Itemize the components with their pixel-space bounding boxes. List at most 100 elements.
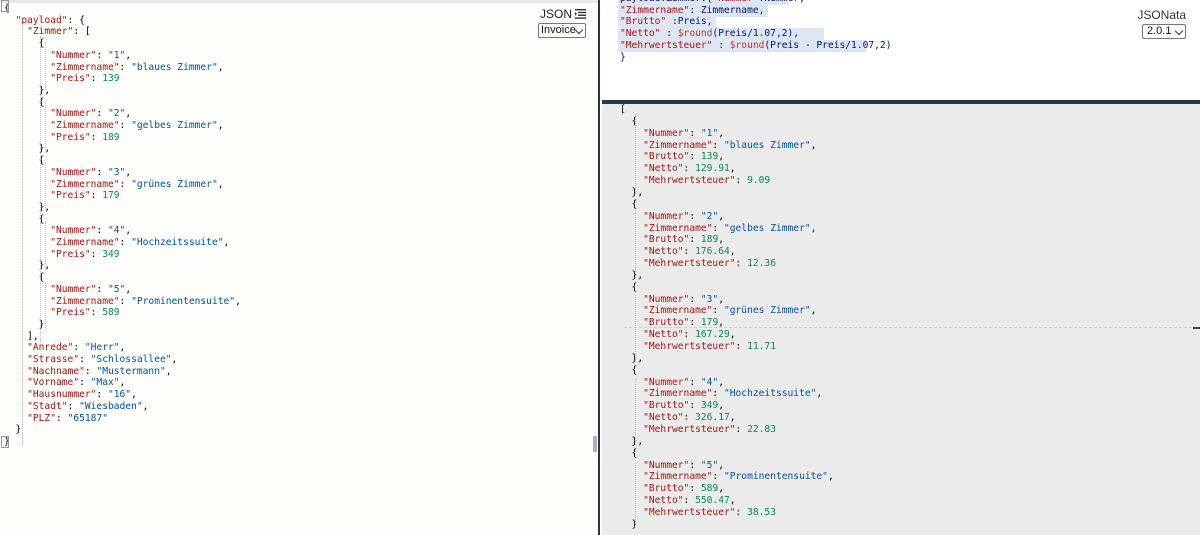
code-token: "Nummer" [50, 108, 97, 120]
code-token: , [718, 483, 724, 495]
code-token: "Zimmername" [643, 471, 713, 483]
code-line: "Zimmername": "gelbes Zimmer", [620, 223, 816, 235]
code-token: , [718, 317, 724, 329]
indent-guide [635, 379, 636, 445]
code-token: "Wiesbaden" [79, 400, 143, 412]
version-select[interactable]: 2.0.1 [1142, 24, 1186, 39]
code-line: "Zimmername": "blaues Zimmer", [620, 140, 816, 152]
code-token: , [729, 329, 736, 341]
code-line: { [4, 97, 45, 109]
code-token: "5" [700, 459, 719, 471]
code-token: "Netto" [643, 329, 684, 341]
code-line: }, [620, 436, 644, 448]
code-token: "Zimmername" [50, 178, 120, 190]
code-token: : [84, 365, 97, 377]
code-token: : [96, 108, 108, 120]
code-token: "Nummer" [50, 283, 97, 295]
code-line: "Zimmername": Zimmername, [620, 5, 764, 17]
code-token: , [827, 471, 834, 483]
code-token: "Brutto" [643, 483, 690, 495]
code-token: "5" [108, 283, 126, 295]
code-token: "Hausnummer" [27, 389, 97, 401]
code-token: : [119, 61, 132, 73]
code-line: "payload": { [4, 15, 85, 27]
code-line: }, [4, 85, 51, 97]
sample-select[interactable]: Invoice [538, 23, 586, 38]
code-token: : [689, 293, 701, 305]
code-token: : [689, 210, 701, 222]
indent-guide [635, 114, 636, 194]
code-token: , [810, 222, 817, 234]
code-line: }, [4, 260, 51, 272]
code-token: 550.47 [695, 495, 730, 507]
code-token: , [125, 108, 132, 120]
code-token: "Netto" [643, 246, 684, 258]
code-line: "Netto": 326.17, [620, 412, 735, 424]
code-token: "Zimmername" [643, 305, 713, 317]
code-token: "Nummer" [50, 225, 97, 237]
code-token: , [125, 225, 132, 237]
code-token: :Preis, [666, 16, 713, 28]
code-token: : [683, 246, 696, 258]
code-token: 38.53 [747, 506, 776, 518]
code-token: 589 [700, 483, 719, 495]
code-line: "Hausnummer": "16", [4, 389, 137, 401]
code-token: , [217, 61, 224, 73]
indent-guide [45, 222, 46, 270]
code-token: : [689, 376, 701, 388]
indent-guide [635, 295, 636, 362]
code-line: "Mehrwertsteuer": 12.36 [620, 258, 776, 270]
code-token: "Vorname" [27, 377, 80, 389]
code-token: 139 [102, 73, 120, 85]
code-token: , [142, 400, 149, 412]
expression-editor[interactable]: payload.Zimmer.{"Nummer":Nummer,"Zimmern… [602, 0, 1200, 100]
code-line: "Nummer": "5", [4, 284, 131, 296]
code-line: "Zimmername": "gelbes Zimmer", [4, 120, 223, 132]
code-token: 179 [700, 317, 719, 329]
code-token: "Preis" [50, 307, 91, 319]
code-token: "Schlossallee" [90, 354, 172, 365]
code-token: "Strasse" [27, 354, 80, 365]
indent-guide [45, 162, 46, 210]
code-line: }, [4, 143, 51, 155]
code-token: { [4, 155, 45, 167]
input-code-lines[interactable]: { "payload": { "Zimmer": [ { "Nummer": "… [0, 0, 590, 535]
expression-mode-label: JSONata [1137, 8, 1186, 22]
code-token: "2" [108, 108, 126, 120]
indent-guide [45, 102, 46, 150]
code-token: : [90, 73, 103, 85]
code-token: "Brutto" [620, 16, 667, 28]
code-token: "payload" [15, 14, 68, 26]
scrollbar-thumb[interactable] [593, 436, 597, 452]
code-line: { [620, 365, 638, 377]
code-line: "Netto": 167.29, [620, 329, 736, 341]
format-lines-icon[interactable] [575, 9, 586, 19]
input-json-editor[interactable]: { "payload": { "Zimmer": [ { "Nummer": "… [0, 0, 600, 535]
code-token: 589 [102, 307, 120, 319]
code-line: "Nummer": "1", [4, 50, 131, 62]
code-token: "Hochzeitssuite" [131, 237, 224, 248]
code-token: "Max" [90, 377, 120, 389]
code-line: }, [620, 187, 644, 199]
code-token: : [712, 222, 724, 234]
code-token: { [4, 272, 45, 284]
code-token: : [96, 283, 108, 295]
code-token: : [96, 389, 108, 401]
code-line: { [4, 272, 45, 284]
code-line: { [620, 448, 638, 460]
